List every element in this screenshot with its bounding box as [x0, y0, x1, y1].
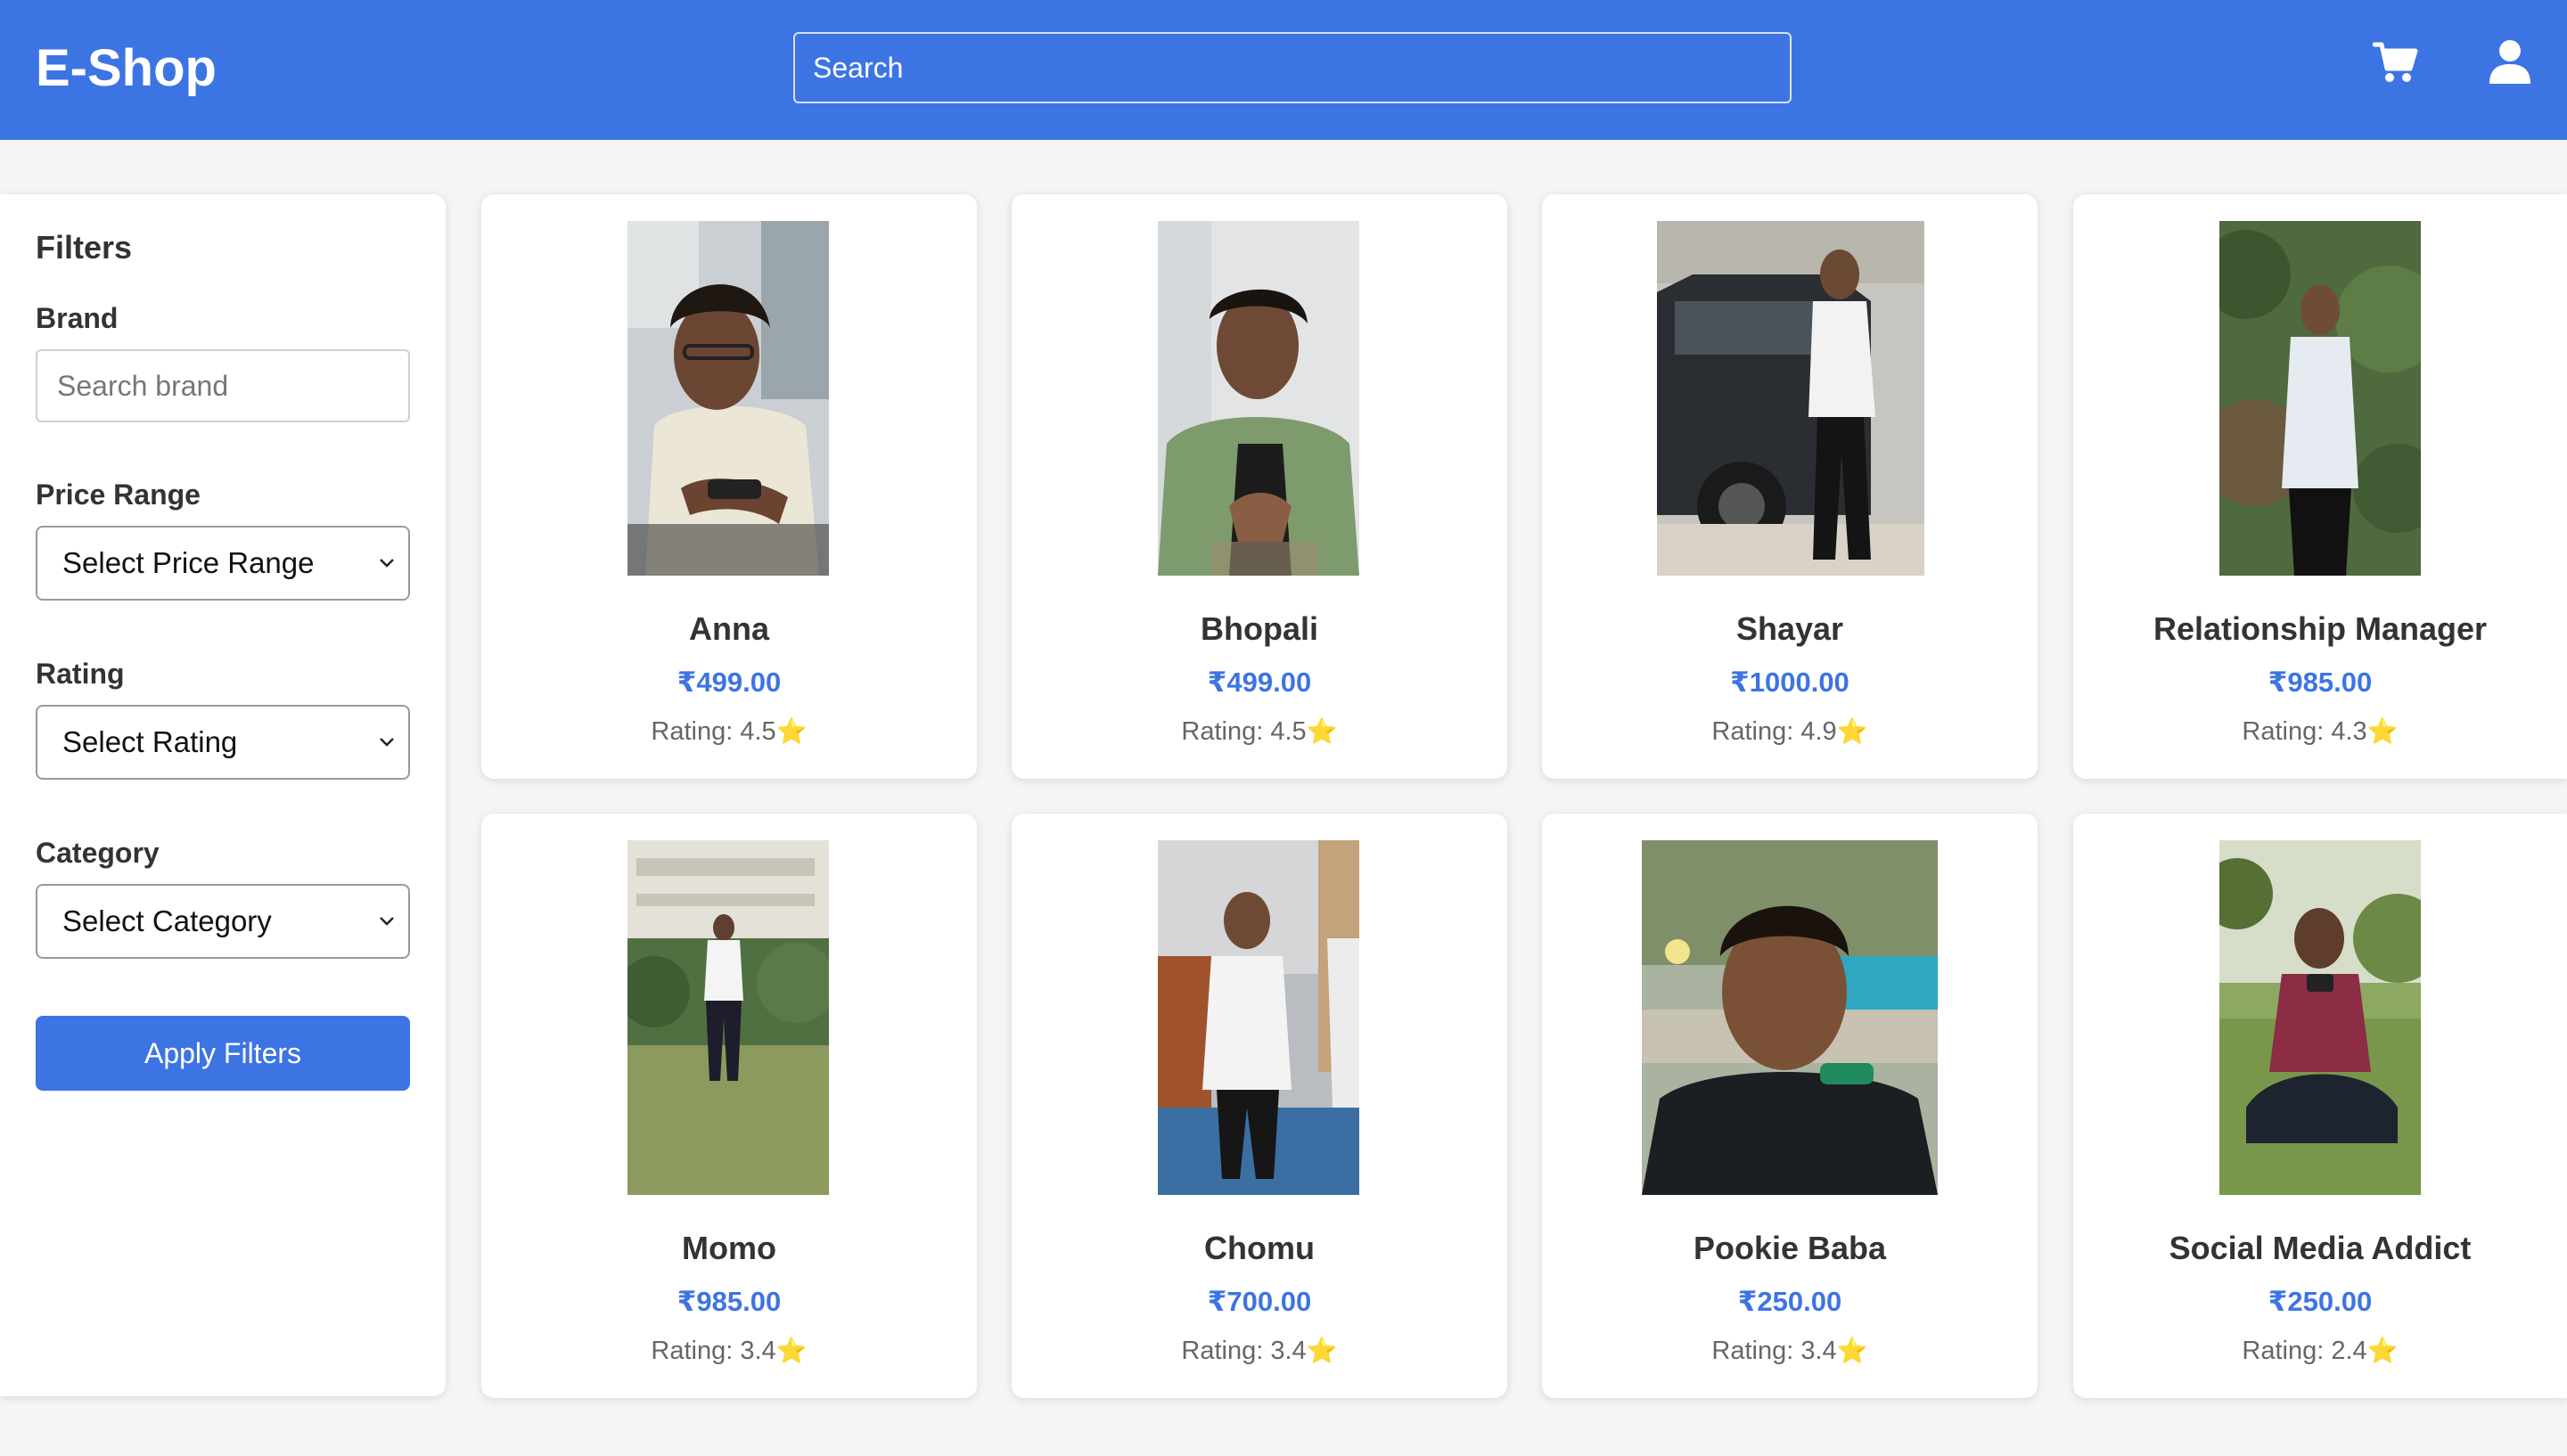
top-navbar: E-Shop — [0, 0, 2567, 140]
product-card-social-media-addict[interactable]: Social Media Addict ₹250.00 Rating: 2.4⭐ — [2073, 814, 2567, 1398]
apply-filters-button[interactable]: Apply Filters — [36, 1016, 410, 1091]
product-image — [2219, 840, 2421, 1195]
product-rating: Rating: 2.4⭐ — [2073, 1334, 2567, 1368]
product-card-shayar[interactable]: Shayar ₹1000.00 Rating: 4.9⭐ — [1542, 194, 2038, 779]
rating-value: 4.9 — [1800, 717, 1837, 746]
category-select[interactable]: Select Category — [36, 884, 410, 959]
rating-value: 4.3 — [2331, 717, 2367, 746]
price-range-label: Price Range — [36, 479, 201, 511]
product-rating: Rating: 4.5⭐ — [481, 715, 977, 748]
chevron-down-icon — [380, 917, 394, 926]
product-card-momo[interactable]: Momo ₹985.00 Rating: 3.4⭐ — [481, 814, 977, 1398]
shopping-cart-icon[interactable] — [2373, 39, 2419, 86]
product-image — [1642, 840, 1938, 1195]
product-price: ₹985.00 — [677, 1286, 782, 1317]
chevron-down-icon — [380, 559, 394, 568]
rating-text: Rating: — [651, 717, 741, 746]
filters-title: Filters — [36, 229, 133, 266]
product-name: Anna — [689, 610, 769, 647]
rating-value: 3.4 — [740, 1337, 776, 1365]
product-price: ₹499.00 — [677, 667, 782, 698]
chevron-down-icon — [380, 738, 394, 747]
product-name: Pookie Baba — [1693, 1230, 1887, 1266]
product-rating: Rating: 3.4⭐ — [481, 1334, 977, 1368]
star-icon: ⭐ — [1306, 1337, 1338, 1364]
product-rating: Rating: 3.4⭐ — [1012, 1334, 1507, 1368]
rating-text: Rating: — [1181, 717, 1271, 746]
product-price: ₹250.00 — [2268, 1286, 2373, 1317]
star-icon: ⭐ — [1836, 1337, 1868, 1364]
product-rating: Rating: 4.3⭐ — [2073, 715, 2567, 748]
product-price: ₹985.00 — [2268, 667, 2373, 698]
product-card-anna[interactable]: Anna ₹499.00 Rating: 4.5⭐ — [481, 194, 977, 779]
product-price: ₹499.00 — [1207, 667, 1312, 698]
product-price: ₹700.00 — [1207, 1286, 1312, 1317]
site-logo[interactable]: E-Shop — [36, 34, 217, 103]
product-name: Shayar — [1735, 610, 1844, 647]
rating-text: Rating: — [1711, 1337, 1801, 1365]
rating-text: Rating: — [1181, 1337, 1271, 1365]
rating-text: Rating: — [2242, 1337, 2332, 1365]
rating-label: Rating — [36, 658, 125, 690]
product-card-relationship-manager[interactable]: Relationship Manager ₹985.00 Rating: 4.3… — [2073, 194, 2567, 779]
category-selected: Select Category — [62, 904, 272, 937]
product-rating: Rating: 4.5⭐ — [1012, 715, 1507, 748]
product-image — [627, 840, 829, 1195]
product-rating: Rating: 3.4⭐ — [1542, 1334, 2038, 1368]
product-image — [1158, 221, 1359, 576]
rating-select[interactable]: Select Rating — [36, 705, 410, 780]
rating-selected: Select Rating — [62, 725, 238, 758]
rating-value: 4.5 — [1270, 717, 1307, 746]
brand-search-input[interactable] — [36, 349, 410, 422]
rating-value: 3.4 — [1800, 1337, 1837, 1365]
rating-value: 3.4 — [1270, 1337, 1307, 1365]
product-name: Momo — [682, 1230, 776, 1266]
star-icon: ⭐ — [775, 1337, 808, 1364]
rating-value: 2.4 — [2331, 1337, 2367, 1365]
star-icon: ⭐ — [1306, 717, 1338, 745]
price-range-selected: Select Price Range — [62, 546, 315, 579]
search-input[interactable] — [793, 32, 1792, 103]
product-image — [1657, 221, 1924, 576]
product-card-chomu[interactable]: Chomu ₹700.00 Rating: 3.4⭐ — [1012, 814, 1507, 1398]
product-image — [2219, 221, 2421, 576]
price-range-select[interactable]: Select Price Range — [36, 526, 410, 601]
product-card-pookie-baba[interactable]: Pookie Baba ₹250.00 Rating: 3.4⭐ — [1542, 814, 2038, 1398]
brand-label: Brand — [36, 302, 119, 334]
product-name: Bhopali — [1201, 610, 1318, 647]
rating-text: Rating: — [1711, 717, 1801, 746]
product-rating: Rating: 4.9⭐ — [1542, 715, 2038, 748]
product-name: Chomu — [1204, 1230, 1315, 1266]
user-icon[interactable] — [2487, 39, 2533, 86]
star-icon: ⭐ — [2366, 717, 2399, 745]
star-icon: ⭐ — [775, 717, 808, 745]
category-label: Category — [36, 837, 160, 869]
product-name: Social Media Addict — [2169, 1230, 2472, 1266]
product-price: ₹250.00 — [1737, 1286, 1842, 1317]
product-name: Relationship Manager — [2153, 610, 2488, 647]
product-image — [627, 221, 829, 576]
product-price: ₹1000.00 — [1730, 667, 1849, 698]
product-image — [1158, 840, 1359, 1195]
rating-text: Rating: — [651, 1337, 741, 1365]
rating-text: Rating: — [2242, 717, 2332, 746]
star-icon: ⭐ — [1836, 717, 1868, 745]
product-card-bhopali[interactable]: Bhopali ₹499.00 Rating: 4.5⭐ — [1012, 194, 1507, 779]
star-icon: ⭐ — [2366, 1337, 2399, 1364]
rating-value: 4.5 — [740, 717, 776, 746]
